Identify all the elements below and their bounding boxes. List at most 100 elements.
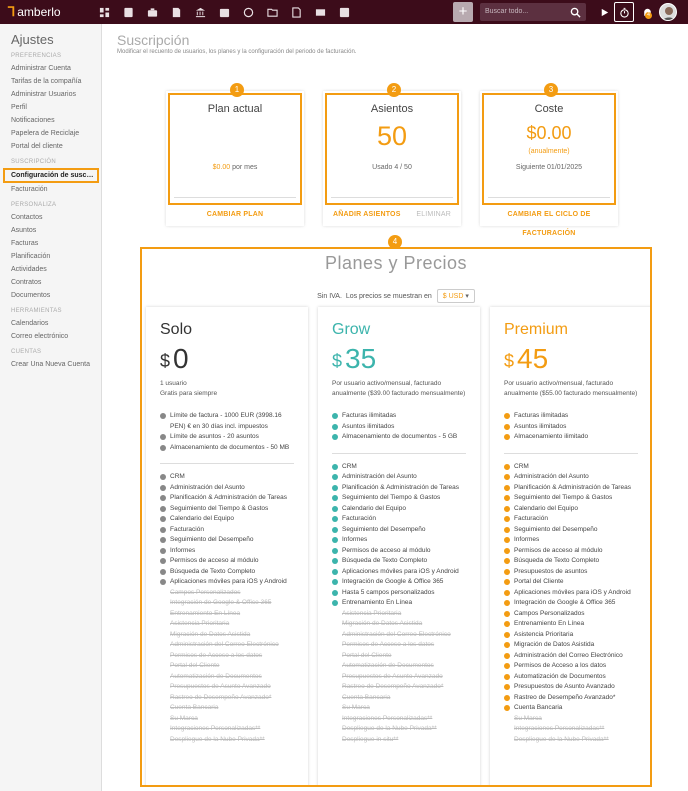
sidebar-item[interactable]: Administrar Usuarios — [0, 88, 101, 101]
main-content: Suscripción Modificar el recuento de usu… — [103, 24, 688, 791]
sidebar-item[interactable]: Asuntos — [0, 224, 101, 237]
invoice-icon[interactable] — [284, 0, 308, 24]
reports-icon[interactable] — [332, 0, 356, 24]
sidebar-item[interactable]: Actividades — [0, 263, 101, 276]
sidebar-item[interactable]: Papelera de Reciclaje — [0, 127, 101, 140]
plan-excluded-feature: Despliegue de la Nube Privada** — [514, 735, 609, 743]
sidebar-item[interactable]: Crear Una Nueva Cuenta — [0, 358, 101, 371]
sidebar-item[interactable]: Facturas — [0, 237, 101, 250]
user-avatar[interactable] — [659, 3, 677, 21]
plan-limits: Facturas ilimitadas Asuntos ilimitados Alm… — [504, 411, 638, 443]
sidebar-item[interactable]: Tarifas de la compañía — [0, 75, 101, 88]
currency-selector-row: Sin IVA. Los precios se muestran en $ US… — [142, 289, 650, 303]
plan-card-solo: Solo $0 1 usuario Gratis para siempre Límite… — [146, 307, 308, 785]
page-subtitle: Modificar el recuento de usuarios, los p… — [117, 49, 357, 55]
card-title: Coste — [534, 103, 564, 115]
plan-feature-item: Rastreo de Desempeño Avanzado* — [504, 693, 638, 704]
sidebar-item[interactable]: Contactos — [0, 211, 101, 224]
sidebar-item[interactable]: Correo electrónico — [0, 330, 101, 343]
calendar-icon[interactable] — [212, 0, 236, 24]
contacts-icon[interactable] — [116, 0, 140, 24]
sidebar-section-header: CUENTAS — [11, 349, 42, 355]
remove-seats-button[interactable]: ELIMINAR — [416, 211, 451, 218]
plan-limit-item: Almacenamiento de documentos - 5 GB — [332, 432, 466, 443]
plan-feature-item: Planificación & Administración de Tareas — [332, 483, 466, 494]
sidebar-section-header: PERSONALIZA — [11, 202, 57, 208]
plan-feature-item: Planificación & Administración de Tareas — [160, 493, 294, 504]
plan-excluded-feature: Permisos de Acceso a los datos — [342, 641, 435, 648]
plan-feature-item: Portal del Cliente — [504, 577, 638, 588]
sidebar-item[interactable]: Planificación — [0, 250, 101, 263]
sidebar-item[interactable]: Administrar Cuenta — [0, 62, 101, 75]
plan-currency: $ — [160, 351, 171, 371]
plan-feature-item: Seguimiento del Desempeño — [160, 535, 294, 546]
stopwatch-icon[interactable] — [614, 2, 634, 22]
plan-feature-item: Migración de Datos Asistida — [504, 640, 638, 651]
search-icon[interactable] — [565, 3, 586, 21]
currency-label: Los precios se muestran en — [345, 293, 432, 300]
add-new-button[interactable]: + — [453, 2, 473, 22]
plan-feature-item: Facturación — [332, 514, 466, 525]
cost-value: $0.00 — [526, 123, 572, 143]
plan-feature-item: Presupuestos de asuntos — [504, 567, 638, 578]
sidebar-item[interactable]: Calendarios — [0, 317, 101, 330]
marker-1: 1 — [230, 83, 244, 97]
plan-feature-item: Administración del Correo Electrónico — [504, 651, 638, 662]
plan-features: CRM Administración del Asunto Planificació… — [332, 462, 466, 746]
plan-price: $0.00 por mes — [166, 164, 304, 171]
sidebar-section-header: PREFERENCIAS — [11, 53, 62, 59]
plan-amount: 45 — [517, 343, 549, 374]
tax-note: Sin IVA. — [317, 293, 342, 300]
plan-excluded-feature: Automatización de Documentos — [342, 662, 434, 669]
plan-currency: $ — [332, 351, 343, 371]
plan-card-grow: Grow $35 Por usuario activo/mensual, factu… — [318, 307, 480, 785]
plan-excluded-feature: Integraciones Personalizadas** — [170, 725, 261, 732]
plan-feature-item: Permisos de acceso al módulo — [332, 546, 466, 557]
documents-icon[interactable] — [164, 0, 188, 24]
card-title: Asientos — [370, 103, 414, 115]
plan-excluded-feature: Despliegue in situ** — [342, 735, 399, 743]
plan-excluded-feature: Cuenta Bancaria — [170, 704, 219, 711]
plan-feature-item: Entrenamiento En Línea — [332, 598, 466, 609]
sidebar-item[interactable]: Configuración de suscripc... — [3, 168, 99, 183]
folder-icon[interactable] — [260, 0, 284, 24]
plan-excluded-feature: Su Marca — [170, 714, 198, 722]
add-seats-button[interactable]: AÑADIR ASIENTOS — [333, 211, 401, 218]
plan-feature-item: Permisos de acceso al módulo — [504, 546, 638, 557]
plan-feature-item: Búsqueda de Texto Completo — [160, 567, 294, 578]
change-billing-cycle-button[interactable]: CAMBIAR EL CICLO DE FACTURACIÓN — [496, 205, 602, 243]
plan-feature-item: Hasta 5 campos personalizados — [332, 588, 466, 599]
plan-excluded-feature: Presupuestos de Asunto Avanzado — [342, 672, 443, 680]
page-title: Suscripción — [117, 32, 190, 48]
plan-limit-item: Almacenamiento de documentos - 50 MB — [160, 443, 294, 454]
plan-excluded-feature: Entrenamiento En Línea — [170, 609, 241, 617]
sidebar-item[interactable]: Perfil — [0, 101, 101, 114]
sidebar-item[interactable]: Contratos — [0, 276, 101, 289]
history-icon[interactable] — [236, 0, 260, 24]
change-plan-button[interactable]: CAMBIAR PLAN — [166, 211, 304, 218]
plan-excluded-feature: Portal del Cliente — [342, 651, 392, 659]
marker-3: 3 — [544, 83, 558, 97]
billing-icon[interactable] — [188, 0, 212, 24]
sidebar-item[interactable]: Portal del cliente — [0, 140, 101, 153]
mail-icon[interactable] — [308, 0, 332, 24]
amberlo-logo[interactable]: Ꞁamberlo — [0, 4, 92, 20]
sidebar-item[interactable]: Notificaciones — [0, 114, 101, 127]
currency-dropdown[interactable]: $ USD ▾ — [436, 289, 475, 303]
plan-limit-item: Límite de factura - 1000 EUR (3998.16 PE… — [160, 411, 294, 432]
plan-amount: 35 — [345, 343, 377, 374]
divider — [160, 463, 294, 464]
plan-feature-item: Informes — [504, 535, 638, 546]
sidebar-item[interactable]: Documentos — [0, 289, 101, 302]
seats-value: 50 — [376, 121, 408, 151]
plan-description: Por usuario activo/mensual, facturado an… — [332, 380, 466, 397]
play-timer-icon[interactable] — [594, 2, 614, 22]
sidebar-item[interactable]: Facturación — [0, 183, 101, 196]
plan-excluded-feature: Administración del Correo Electrónico — [342, 630, 451, 638]
plan-limit-item: Asuntos ilimitados — [332, 422, 466, 433]
plan-description: Por usuario activo/mensual, facturado an… — [504, 380, 638, 397]
matters-icon[interactable] — [140, 0, 164, 24]
plan-feature-item: Cuenta Bancaria — [504, 703, 638, 714]
plan-feature-item: Permisos de acceso al módulo — [160, 556, 294, 567]
dashboard-icon[interactable] — [92, 0, 116, 24]
